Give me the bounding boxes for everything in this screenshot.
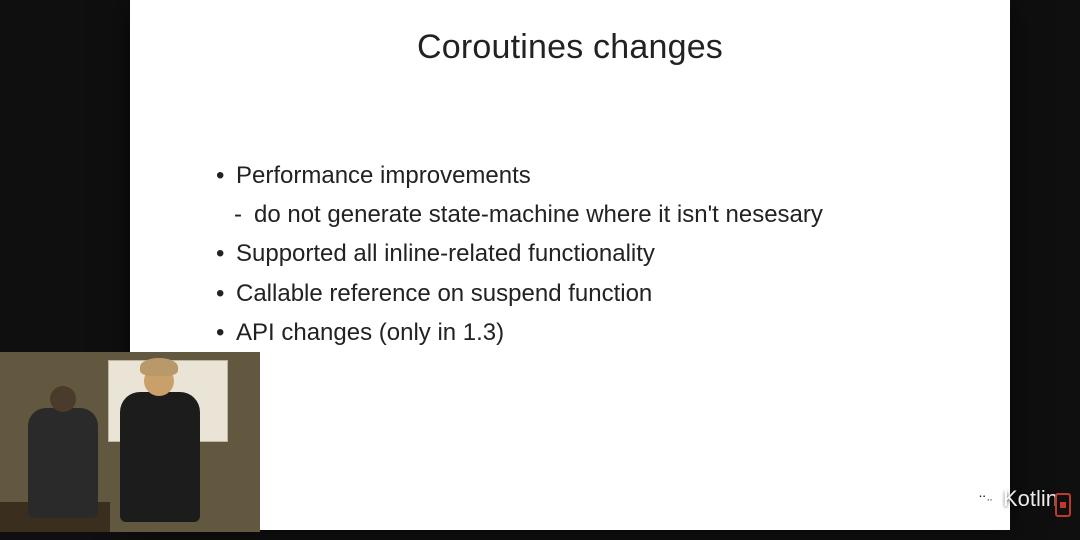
watermark-label: Kotlin — [1003, 486, 1058, 512]
camera-person — [28, 408, 98, 518]
channel-watermark: Kotlin — [975, 486, 1058, 512]
bullet-item: Callable reference on suspend function — [216, 275, 1010, 312]
video-stage: Coroutines changes Performance improveme… — [0, 0, 1080, 540]
camera-person — [120, 392, 200, 522]
slide-title: Coroutines changes — [130, 28, 1010, 67]
wechat-icon — [975, 488, 997, 510]
corner-logo-icon — [1052, 490, 1074, 520]
slide-bullet-list: Performance improvements do not generate… — [216, 157, 1010, 351]
bullet-item: API changes (only in 1.3) — [216, 314, 1010, 351]
bullet-subitem: do not generate state-machine where it i… — [234, 196, 1010, 233]
speaker-camera-inset — [0, 352, 260, 532]
bullet-item: Supported all inline-related functionali… — [216, 235, 1010, 272]
presentation-slide: Coroutines changes Performance improveme… — [130, 0, 1010, 530]
bullet-item: Performance improvements — [216, 157, 1010, 194]
